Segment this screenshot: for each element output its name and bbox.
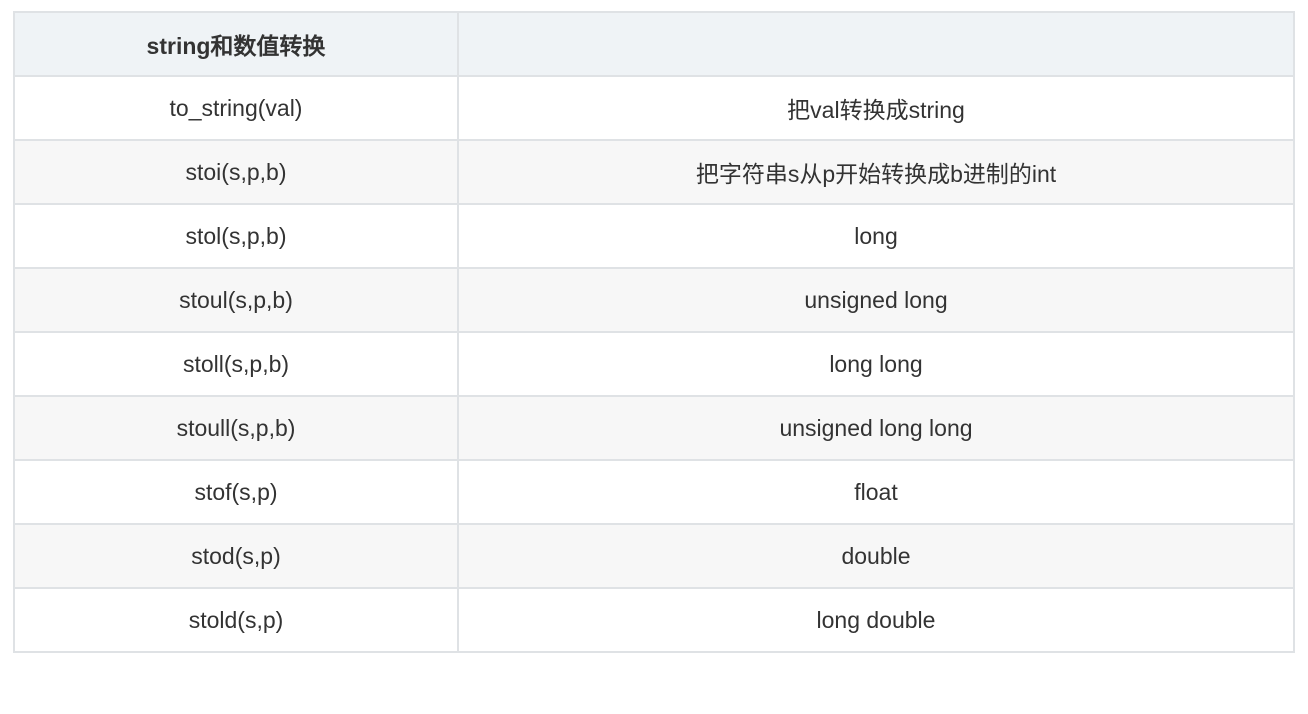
- description-cell: 把val转换成string: [457, 75, 1295, 141]
- string-conversion-table: string和数值转换 to_string(val) 把val转换成string…: [13, 11, 1295, 653]
- function-cell: stoll(s,p,b): [13, 331, 459, 397]
- table-header-row: string和数值转换: [13, 11, 1295, 77]
- description-cell: unsigned long: [457, 267, 1295, 333]
- function-cell: stof(s,p): [13, 459, 459, 525]
- description-cell: double: [457, 523, 1295, 589]
- table-row: stol(s,p,b) long: [13, 203, 1295, 269]
- description-cell: long: [457, 203, 1295, 269]
- description-cell: unsigned long long: [457, 395, 1295, 461]
- table-row: stold(s,p) long double: [13, 587, 1295, 653]
- table-row: stoi(s,p,b) 把字符串s从p开始转换成b进制的int: [13, 139, 1295, 205]
- table-row: stoull(s,p,b) unsigned long long: [13, 395, 1295, 461]
- table-row: stoul(s,p,b) unsigned long: [13, 267, 1295, 333]
- conversion-table-container: string和数值转换 to_string(val) 把val转换成string…: [13, 11, 1295, 653]
- table-header: string和数值转换: [13, 11, 1295, 77]
- description-cell: float: [457, 459, 1295, 525]
- header-cell-description: [457, 11, 1295, 77]
- function-cell: to_string(val): [13, 75, 459, 141]
- table-row: stoll(s,p,b) long long: [13, 331, 1295, 397]
- table-row: stof(s,p) float: [13, 459, 1295, 525]
- function-cell: stol(s,p,b): [13, 203, 459, 269]
- function-cell: stoi(s,p,b): [13, 139, 459, 205]
- table-row: stod(s,p) double: [13, 523, 1295, 589]
- table-row: to_string(val) 把val转换成string: [13, 75, 1295, 141]
- table-body: to_string(val) 把val转换成string stoi(s,p,b)…: [13, 75, 1295, 653]
- header-cell-function: string和数值转换: [13, 11, 459, 77]
- function-cell: stoull(s,p,b): [13, 395, 459, 461]
- function-cell: stold(s,p): [13, 587, 459, 653]
- description-cell: long long: [457, 331, 1295, 397]
- function-cell: stoul(s,p,b): [13, 267, 459, 333]
- function-cell: stod(s,p): [13, 523, 459, 589]
- description-cell: long double: [457, 587, 1295, 653]
- description-cell: 把字符串s从p开始转换成b进制的int: [457, 139, 1295, 205]
